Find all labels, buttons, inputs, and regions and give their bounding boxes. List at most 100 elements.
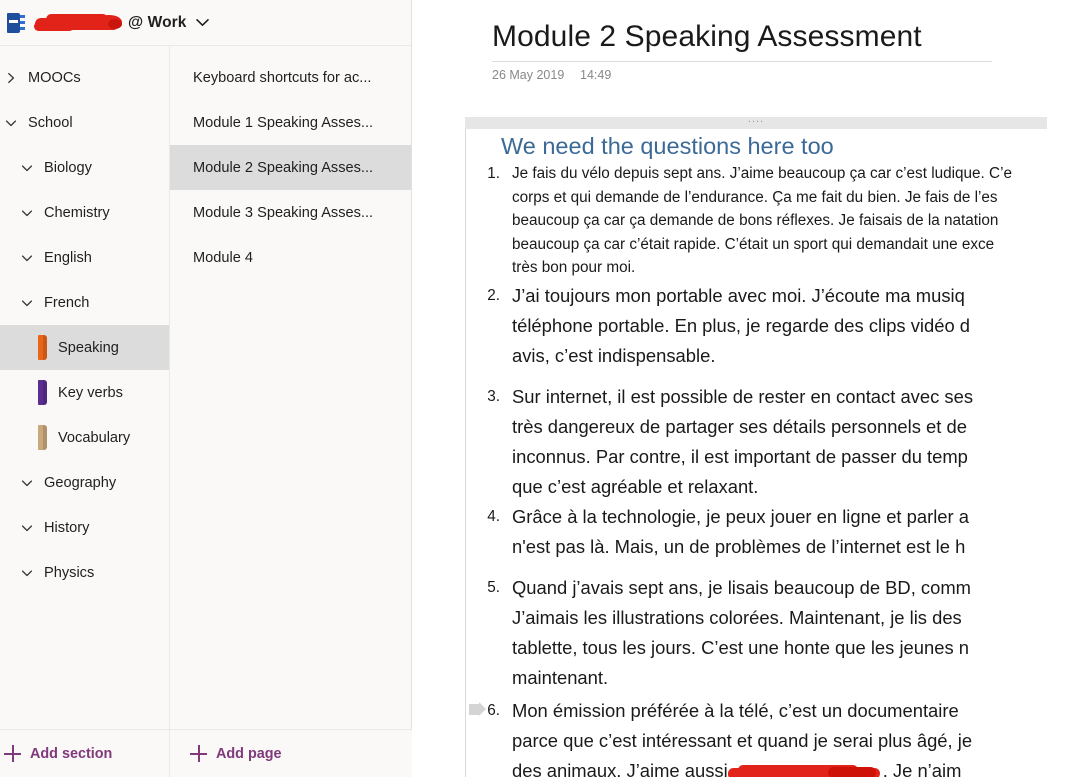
tree-item-label: History	[44, 519, 90, 536]
plus-icon	[4, 745, 21, 762]
list-item-number: 1.	[487, 165, 500, 182]
note-body[interactable]: We need the questions here too 1. Je fai…	[469, 133, 1053, 777]
list-item-line: Je fais du vélo depuis sept ans. J’aime …	[512, 165, 1012, 182]
tree-item-label: MOOCs	[28, 69, 81, 86]
list-item-number: 2.	[487, 286, 500, 304]
tree-item-english[interactable]: English	[0, 235, 169, 280]
list-item-number: 5.	[487, 578, 500, 596]
list-item[interactable]: 3. Sur internet, il est possible de rest…	[473, 382, 1053, 502]
tree-item-label: French	[44, 294, 90, 311]
page-title-label: Module 1 Speaking Asses...	[193, 114, 374, 131]
chevron-down-icon[interactable]	[20, 476, 34, 490]
list-item-line: inconnus. Par contre, il est important d…	[512, 445, 968, 467]
chevron-right-icon[interactable]	[4, 71, 18, 85]
list-item-line: J’ai toujours mon portable avec moi. J’é…	[512, 284, 965, 306]
section-item-speaking[interactable]: Speaking	[0, 325, 169, 370]
section-label: Speaking	[58, 339, 119, 356]
redacted-notebook-name	[34, 13, 124, 32]
note-heading: We need the questions here too	[501, 133, 834, 159]
note-container[interactable]: .... We need the questions here too 1. J…	[445, 103, 1047, 777]
tree-item-moocs[interactable]: MOOCs	[0, 55, 169, 100]
list-item[interactable]: 2. J’ai toujours mon portable avec moi. …	[473, 281, 1053, 371]
notebook-tree: MOOCs School Biology Chemistry English F…	[0, 46, 170, 729]
list-item-line: très bon pour moi.	[512, 259, 636, 276]
question-list: 1. Je fais du vélo depuis sept ans. J’ai…	[469, 162, 1053, 777]
add-page-button[interactable]: Add page	[170, 730, 412, 777]
page-title-label: Keyboard shortcuts for ac...	[193, 69, 372, 86]
page-list-item[interactable]: Module 4	[170, 235, 411, 280]
tree-item-label: English	[44, 249, 92, 266]
tree-item-history[interactable]: History	[0, 505, 169, 550]
add-bar: Add section Add page	[0, 729, 412, 777]
note-drag-handle[interactable]: ....	[465, 113, 1047, 129]
chevron-down-icon[interactable]	[20, 251, 34, 265]
page-list: Keyboard shortcuts for ac... Module 1 Sp…	[170, 46, 411, 729]
list-item-line: Grâce à la technologie, je peux jouer en…	[512, 505, 969, 527]
add-section-label: Add section	[30, 745, 113, 762]
drag-handle-dots: ....	[747, 113, 765, 125]
section-item-vocabulary[interactable]: Vocabulary	[0, 415, 169, 460]
page-timestamp: 26 May 2019 14:49	[492, 68, 611, 82]
page-list-item[interactable]: Keyboard shortcuts for ac...	[170, 55, 411, 100]
list-item-line-suffix: . Je n’aim	[882, 759, 962, 777]
section-color-tab	[38, 380, 47, 405]
page-date: 26 May 2019	[492, 68, 565, 82]
left-navigation-pane: @ Work MOOCs School Biology Chemistry En…	[0, 0, 412, 777]
page-time: 14:49	[580, 68, 612, 82]
section-color-tab	[38, 425, 47, 450]
list-item-line: Quand j’avais sept ans, je lisais beauco…	[512, 576, 971, 598]
notebook-title: @ Work	[128, 13, 187, 31]
list-item[interactable]: 5. Quand j’avais sept ans, je lisais bea…	[473, 573, 1053, 693]
notebook-header[interactable]: @ Work	[0, 0, 411, 46]
list-item-line: Mon émission préférée à la télé, c’est u…	[512, 699, 959, 721]
chevron-down-icon[interactable]	[20, 566, 34, 580]
chevron-down-icon[interactable]	[20, 161, 34, 175]
list-item-line: maintenant.	[512, 666, 609, 688]
list-item-line: Sur internet, il est possible de rester …	[512, 385, 974, 407]
section-label: Key verbs	[58, 384, 123, 401]
page-title[interactable]: Module 2 Speaking Assessment	[492, 20, 922, 54]
page-list-item-selected[interactable]: Module 2 Speaking Asses...	[170, 145, 411, 190]
page-list-item[interactable]: Module 3 Speaking Asses...	[170, 190, 411, 235]
section-color-tab	[38, 335, 47, 360]
section-item-key-verbs[interactable]: Key verbs	[0, 370, 169, 415]
tree-item-label: Biology	[44, 159, 92, 176]
list-item-line: corps et qui demande de l’endurance. Ça …	[512, 188, 998, 206]
list-item-line: très dangereux de partager ses détails p…	[512, 415, 967, 437]
chevron-down-icon[interactable]	[20, 206, 34, 220]
tree-item-chemistry[interactable]: Chemistry	[0, 190, 169, 235]
tree-item-label: Physics	[44, 564, 95, 581]
onenote-window: @ Work MOOCs School Biology Chemistry En…	[0, 0, 1067, 777]
list-item-line: tablette, tous les jours. C’est une hont…	[512, 636, 969, 658]
title-divider	[492, 61, 992, 62]
page-list-item[interactable]: Module 1 Speaking Asses...	[170, 100, 411, 145]
list-item-line: beaucoup ça car c’était rapide. C’était …	[512, 235, 995, 253]
list-item-line: J’aimais les illustrations colorées. Mai…	[512, 606, 962, 628]
add-page-label: Add page	[216, 745, 282, 762]
page-title-label: Module 2 Speaking Asses...	[193, 159, 374, 176]
chevron-down-icon[interactable]	[20, 521, 34, 535]
tree-item-label: School	[28, 114, 73, 131]
list-item-number: 6.	[487, 701, 500, 719]
list-item[interactable]: 6. Mon émission préférée à la télé, c’es…	[469, 696, 1053, 777]
list-item[interactable]: 4. Grâce à la technologie, je peux jouer…	[473, 502, 1053, 562]
tree-item-geography[interactable]: Geography	[0, 460, 169, 505]
tree-item-physics[interactable]: Physics	[0, 550, 169, 595]
add-section-button[interactable]: Add section	[0, 730, 170, 777]
list-item-line: avis, c’est indispensable.	[512, 344, 716, 366]
list-item-line: que c’est agréable et relaxant.	[512, 475, 759, 497]
list-item[interactable]: 1. Je fais du vélo depuis sept ans. J’ai…	[473, 162, 1053, 280]
chevron-down-icon[interactable]	[20, 296, 34, 310]
list-item-line: n'est pas là. Mais, un de problèmes de l…	[512, 535, 966, 557]
list-item-line: téléphone portable. En plus, je regarde …	[512, 314, 971, 336]
tree-item-biology[interactable]: Biology	[0, 145, 169, 190]
nav-columns: MOOCs School Biology Chemistry English F…	[0, 46, 411, 729]
chevron-down-icon[interactable]	[195, 16, 209, 29]
list-item-number: 3.	[487, 387, 500, 405]
tree-item-french[interactable]: French	[0, 280, 169, 325]
page-canvas[interactable]: Module 2 Speaking Assessment 26 May 2019…	[412, 0, 1067, 777]
page-title-label: Module 3 Speaking Asses...	[193, 204, 374, 221]
tree-item-label: Geography	[44, 474, 117, 491]
tree-item-school[interactable]: School	[0, 100, 169, 145]
chevron-down-icon[interactable]	[4, 116, 18, 130]
